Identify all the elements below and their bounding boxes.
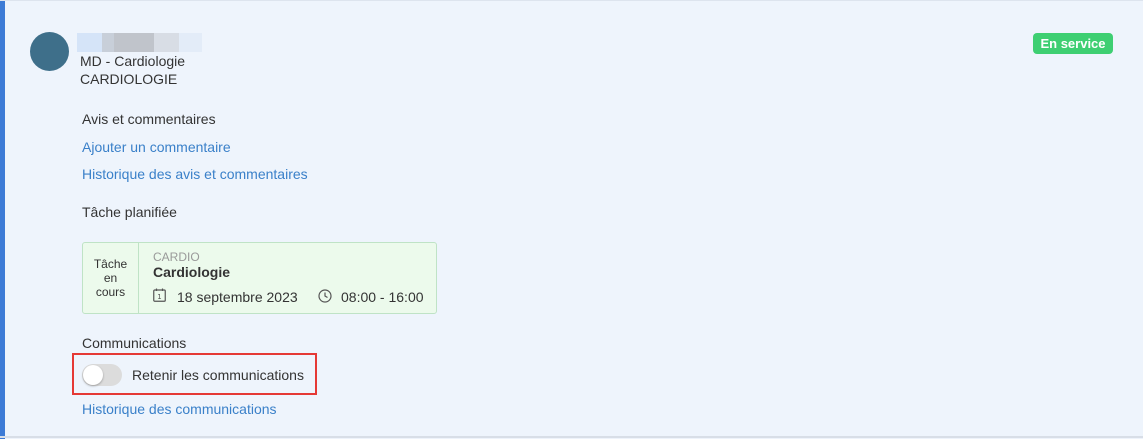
communications-section-title: Communications (82, 335, 187, 351)
clock-icon (318, 289, 332, 303)
staff-card: MD - Cardiologie CARDIOLOGIE En service … (0, 0, 1143, 439)
staff-role: MD - Cardiologie (80, 53, 186, 69)
reviews-section-title: Avis et commentaires (82, 111, 216, 127)
reviews-history-link[interactable]: Historique des avis et commentaires (82, 166, 308, 182)
task-card[interactable]: Tâche en cours CARDIO Cardiologie 1 18 sep… (82, 242, 437, 314)
task-time: 08:00 - 16:00 (341, 289, 424, 305)
communications-history-link[interactable]: Historique des communications (82, 401, 277, 417)
card-accent-bar (0, 1, 5, 439)
task-code: CARDIO (153, 250, 200, 264)
staff-department: CARDIOLOGIE (80, 71, 178, 87)
status-badge: En service (1033, 33, 1113, 54)
retain-communications-label: Retenir les communications (132, 367, 304, 383)
task-status: Tâche en cours (83, 243, 139, 313)
task-date: 18 septembre 2023 (177, 289, 298, 305)
toggle-knob (83, 365, 103, 385)
add-comment-link[interactable]: Ajouter un commentaire (82, 139, 231, 155)
redacted-name (77, 33, 202, 52)
svg-text:1: 1 (157, 293, 161, 301)
scheduled-task-section-title: Tâche planifiée (82, 204, 177, 220)
avatar (30, 32, 69, 71)
calendar-icon: 1 (153, 288, 166, 302)
retain-communications-toggle[interactable] (82, 364, 122, 386)
task-name: Cardiologie (153, 264, 231, 280)
